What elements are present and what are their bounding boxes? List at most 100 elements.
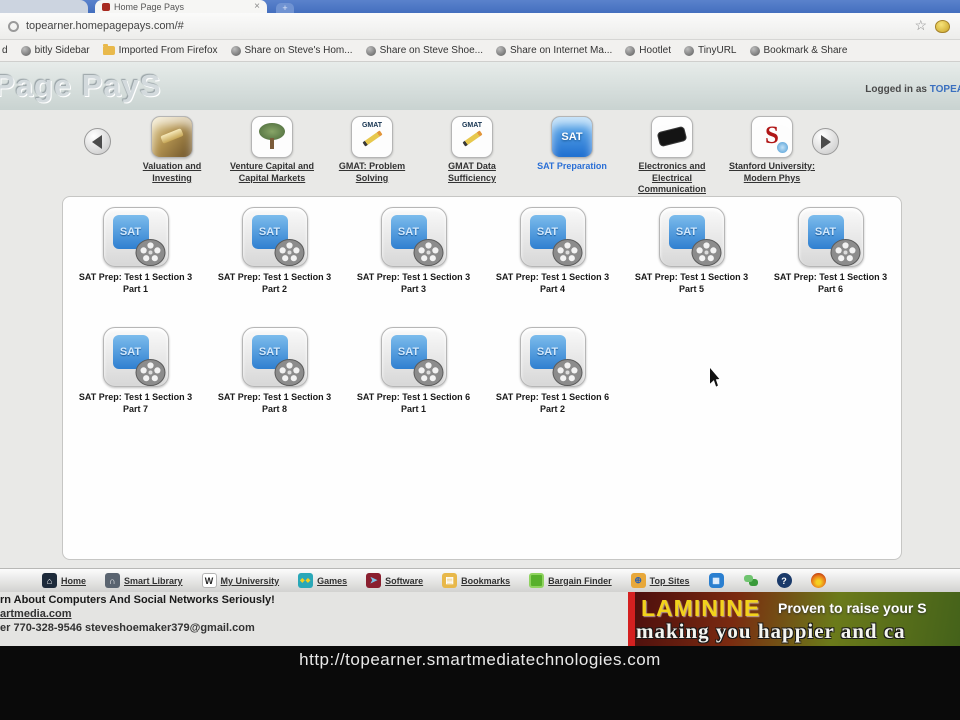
bargain-finder-icon — [529, 573, 545, 588]
video-item[interactable]: SAT SAT Prep: Test 1 Section 6 Part 2 — [483, 327, 622, 415]
toolbar-label: Bargain Finder — [548, 575, 612, 586]
video-item[interactable]: SAT SAT Prep: Test 1 Section 3 Part 4 — [483, 207, 622, 295]
help-icon[interactable]: ? — [776, 573, 792, 588]
video-item[interactable]: SAT SAT Prep: Test 1 Section 3 Part 3 — [344, 207, 483, 295]
letterbox-bar: http://topearner.smartmediatechnologies.… — [0, 646, 960, 720]
video-label: SAT Prep: Test 1 Section 3 Part 2 — [205, 271, 344, 295]
folder-icon — [102, 44, 115, 55]
video-title: SAT Prep: Test 1 Section 3 — [78, 272, 193, 282]
sat-video-icon: SAT — [797, 207, 864, 267]
video-item[interactable]: SAT SAT Prep: Test 1 Section 3 Part 6 — [761, 207, 900, 295]
toolbar-item-games[interactable]: ◆◆ Games — [298, 573, 347, 588]
sat-video-label: SAT — [119, 346, 142, 359]
bookmark-item-hootlet[interactable]: Hootlet — [625, 45, 671, 56]
bookmark-item-fragment[interactable]: d — [2, 45, 8, 56]
toolbar-item-home[interactable]: ⌂ Home — [42, 573, 86, 588]
toolbar-item-software[interactable]: ➤ Software — [366, 573, 423, 588]
carousel-items: Valuation and Investing Venture Capital … — [122, 116, 822, 196]
toolbar-item-my-university[interactable]: W My University — [201, 573, 279, 588]
bookmark-star-icon[interactable]: ☆ — [914, 18, 927, 32]
toolbar-item-smart-library[interactable]: ∩ Smart Library — [105, 573, 183, 588]
video-part: Part 6 — [817, 284, 843, 295]
sat-video-label: SAT — [119, 226, 142, 238]
new-tab-button[interactable]: + — [276, 3, 294, 13]
url-text[interactable]: topearner.homepagepays.com/# — [26, 20, 184, 32]
tv-icon[interactable]: ▦ — [708, 573, 724, 588]
category-label-selected[interactable]: SAT Preparation — [526, 161, 618, 173]
carousel-next-button[interactable] — [812, 128, 839, 155]
bookmark-item-tinyurl[interactable]: TinyURL — [683, 45, 737, 56]
video-label: SAT Prep: Test 1 Section 6 Part 1 — [344, 391, 483, 415]
close-icon[interactable]: × — [254, 1, 260, 12]
category-label[interactable]: Venture Capital and Capital Markets — [226, 161, 318, 184]
category-item-valuation[interactable]: Valuation and Investing — [122, 116, 222, 196]
left-arrow-icon — [85, 134, 102, 149]
video-grid-row-1: SAT SAT Prep: Test 1 Section 3 Part 1 SA — [63, 207, 901, 295]
bookmark-item-share-steves-home[interactable]: Share on Steve's Hom... — [230, 45, 353, 56]
gold-bar-shape — [160, 128, 184, 144]
inactive-tab[interactable] — [0, 0, 88, 13]
video-item[interactable]: SAT SAT Prep: Test 1 Section 3 Part 2 — [205, 207, 344, 295]
footer-site-link[interactable]: artmedia.com — [0, 608, 72, 620]
toolbar-item-top-sites[interactable]: ⊕ Top Sites — [630, 573, 690, 588]
video-label: SAT Prep: Test 1 Section 6 Part 2 — [483, 391, 622, 415]
video-label: SAT Prep: Test 1 Section 3 Part 7 — [66, 391, 205, 415]
video-item[interactable]: SAT SAT Prep: Test 1 Section 3 Part 1 — [66, 207, 205, 295]
bookmark-label: d — [2, 45, 8, 56]
bookmark-item-bitly-sidebar[interactable]: bitly Sidebar — [20, 45, 90, 56]
username[interactable]: TOPEA — [930, 84, 960, 95]
flame-icon[interactable] — [810, 573, 826, 588]
sat-video-label: SAT — [536, 226, 559, 238]
category-item-venture-capital[interactable]: Venture Capital and Capital Markets — [222, 116, 322, 196]
category-label[interactable]: Valuation and Investing — [126, 161, 218, 184]
bitly-icon[interactable] — [935, 20, 950, 33]
category-item-gmat-problem-solving[interactable]: GMAT GMAT: Problem Solving — [322, 116, 422, 196]
video-label: SAT Prep: Test 1 Section 3 Part 3 — [344, 271, 483, 295]
bookmark-label: Share on Steve Shoe... — [379, 45, 483, 56]
category-item-stanford[interactable]: S Stanford University: Modern Phys — [722, 116, 822, 196]
site-icon[interactable] — [8, 20, 19, 32]
video-label: SAT Prep: Test 1 Section 3 Part 1 — [66, 271, 205, 295]
bookmark-item-imported[interactable]: Imported From Firefox — [102, 44, 218, 56]
video-item[interactable]: SAT SAT Prep: Test 1 Section 3 Part 5 — [622, 207, 761, 295]
gold-bars-icon — [151, 116, 193, 158]
carousel-prev-button[interactable] — [84, 128, 111, 155]
bubble-shape — [744, 575, 754, 582]
atom-icon — [777, 142, 788, 153]
toolbar-item-bargain-finder[interactable]: Bargain Finder — [529, 573, 612, 588]
chat-bubbles-icon[interactable] — [743, 573, 758, 588]
toolbar-label: Smart Library — [124, 575, 183, 586]
category-label[interactable]: GMAT: Problem Solving — [326, 161, 418, 184]
video-item[interactable]: SAT SAT Prep: Test 1 Section 3 Part 8 — [205, 327, 344, 415]
globe-icon — [496, 45, 506, 56]
gmat-pencil-icon: GMAT — [451, 116, 493, 158]
film-reel-icon — [274, 239, 304, 266]
category-item-gmat-data-sufficiency[interactable]: GMAT GMAT Data Sufficiency — [422, 116, 522, 196]
sat-icon: SAT — [551, 116, 593, 158]
category-label[interactable]: Stanford University: Modern Phys — [726, 161, 818, 184]
globe-icon — [230, 45, 241, 56]
bookmark-label: Imported From Firefox — [118, 45, 218, 56]
bookmark-item-share-steve-shoe[interactable]: Share on Steve Shoe... — [365, 45, 483, 56]
toolbar-item-bookmarks[interactable]: ▤ Bookmarks — [442, 573, 510, 588]
sat-video-label: SAT — [258, 226, 281, 238]
library-icon: ∩ — [105, 573, 121, 588]
category-item-sat-preparation[interactable]: SAT SAT Preparation — [522, 116, 622, 196]
category-label[interactable]: Electronics and Electrical Communication — [626, 161, 718, 196]
laminine-ad-banner[interactable]: LAMININE Proven to raise your S making y… — [628, 592, 960, 646]
category-item-electronics[interactable]: Electronics and Electrical Communication — [622, 116, 722, 196]
top-sites-icon: ⊕ — [630, 573, 646, 588]
video-part: Part 1 — [400, 404, 426, 415]
bookmark-label: Bookmark & Share — [763, 45, 848, 56]
bookmark-item-share-internet[interactable]: Share on Internet Ma... — [496, 45, 612, 56]
category-label[interactable]: GMAT Data Sufficiency — [426, 161, 518, 184]
software-icon: ➤ — [366, 573, 382, 588]
sat-video-label: SAT — [258, 346, 281, 359]
video-item[interactable]: SAT SAT Prep: Test 1 Section 3 Part 7 — [66, 327, 205, 415]
bookmark-item-bookmark-share[interactable]: Bookmark & Share — [749, 45, 848, 56]
active-tab[interactable]: Home Page Pays × — [95, 0, 267, 13]
video-item[interactable]: SAT SAT Prep: Test 1 Section 6 Part 1 — [344, 327, 483, 415]
gmat-text: GMAT — [361, 122, 383, 129]
sat-text: SAT — [561, 131, 583, 143]
video-title: SAT Prep: Test 1 Section 3 — [78, 392, 193, 403]
